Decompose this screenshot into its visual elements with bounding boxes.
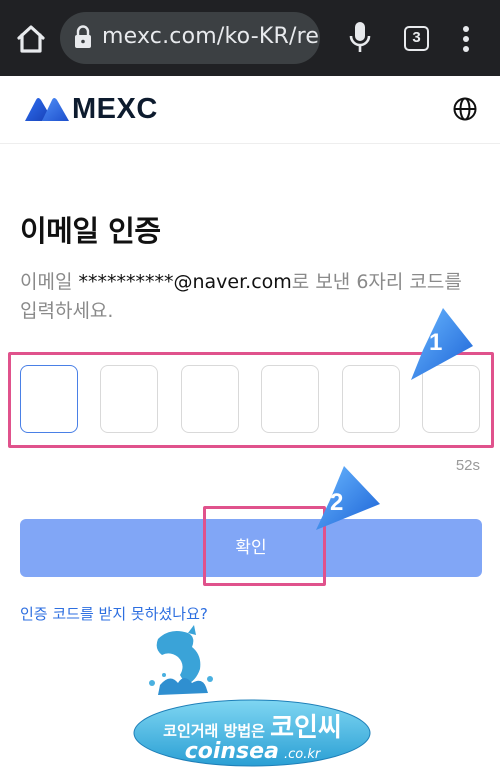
url-text: mexc.com/ko-KR/reg bbox=[102, 24, 320, 49]
home-icon[interactable] bbox=[14, 22, 48, 56]
lock-icon bbox=[75, 25, 91, 48]
mexc-logo[interactable]: MEXC bbox=[24, 92, 158, 126]
site-header: MEXC bbox=[0, 76, 500, 144]
desc-prefix: 이메일 bbox=[20, 271, 79, 293]
mexc-logo-icon bbox=[25, 98, 69, 121]
watermark-line2-wrap: coinsea .co.kr bbox=[130, 739, 375, 764]
arrow-icon bbox=[316, 466, 380, 530]
step-1-number: 1 bbox=[429, 329, 443, 356]
tabs-icon[interactable]: 3 bbox=[404, 26, 429, 51]
resend-code-link[interactable]: 인증 코드를 받지 못하셨나요? bbox=[20, 603, 208, 624]
coinsea-watermark: 코인거래 방법은 코인씨 coinsea .co.kr bbox=[130, 625, 375, 768]
masked-email: **********@naver.com bbox=[78, 271, 292, 293]
page-title: 이메일 인증 bbox=[20, 214, 161, 248]
watermark-brand-en: coinsea bbox=[184, 739, 279, 764]
menu-icon[interactable] bbox=[456, 24, 476, 54]
resend-timer: 52s bbox=[455, 457, 480, 474]
browser-toolbar: mexc.com/ko-KR/reg 3 bbox=[0, 0, 500, 76]
address-bar[interactable]: mexc.com/ko-KR/reg bbox=[60, 12, 320, 64]
step-1-arrow: 1 bbox=[403, 306, 475, 384]
mic-icon[interactable] bbox=[347, 20, 373, 56]
step-2-arrow: 2 bbox=[310, 464, 382, 534]
watermark-domain: .co.kr bbox=[284, 747, 321, 762]
highlight-box-confirm bbox=[203, 506, 326, 586]
logo-text: MEXC bbox=[72, 92, 158, 125]
watermark-line1: 코인거래 방법은 bbox=[163, 722, 265, 740]
step-2-number: 2 bbox=[330, 489, 344, 516]
globe-icon[interactable] bbox=[452, 96, 478, 122]
